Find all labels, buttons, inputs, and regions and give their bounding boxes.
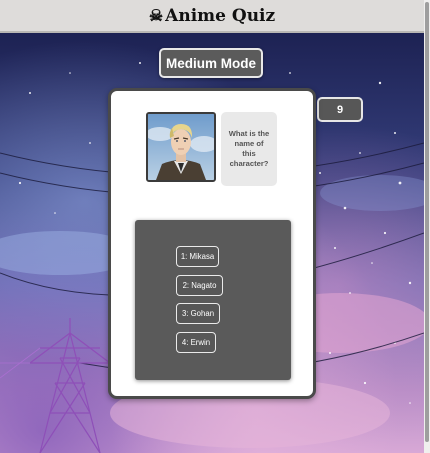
page-scrollbar[interactable] [424, 0, 430, 453]
answer-button-4[interactable]: 4: Erwin [176, 332, 216, 353]
app-header: ☠ Anime Quiz [0, 0, 424, 33]
answers-panel: 1: Mikasa 2: Nagato 3: Gohan 4: Erwin [135, 220, 291, 380]
skull-crossbones-icon: ☠ [148, 6, 164, 25]
question-text: What is the name of this character? [228, 129, 270, 168]
scrollbar-thumb[interactable] [425, 2, 429, 442]
quiz-card: What is the name of this character? 1: M… [108, 88, 316, 399]
answer-button-3[interactable]: 3: Gohan [176, 303, 220, 324]
score-value: 9 [336, 103, 344, 116]
difficulty-mode-label: Medium Mode [166, 55, 256, 71]
answer-label: 1: Mikasa [180, 252, 215, 261]
question-box: What is the name of this character? [221, 112, 277, 186]
answer-button-2[interactable]: 2: Nagato [176, 275, 223, 296]
difficulty-mode-button[interactable]: Medium Mode [159, 48, 263, 78]
character-portrait [148, 114, 214, 180]
app-title-text: Anime Quiz [165, 5, 276, 26]
answer-label: 3: Gohan [181, 309, 215, 318]
score-badge: 9 [317, 97, 363, 122]
character-image [146, 112, 216, 182]
answer-label: 2: Nagato [182, 281, 217, 290]
app-title: ☠ Anime Quiz [149, 6, 275, 26]
answer-button-1[interactable]: 1: Mikasa [176, 246, 219, 267]
answer-label: 4: Erwin [181, 338, 211, 347]
